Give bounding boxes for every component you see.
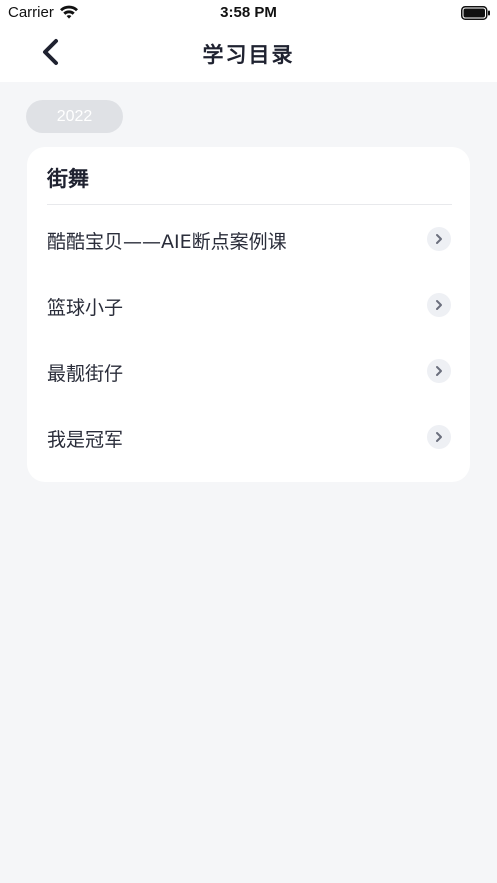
- course-item[interactable]: 篮球小子: [27, 279, 470, 329]
- course-item-label: 我是冠军: [47, 429, 124, 451]
- course-item[interactable]: 最靓街仔: [27, 345, 470, 395]
- year-badge: 2022: [26, 100, 123, 133]
- page-title: 学习目录: [202, 43, 295, 67]
- course-item-label: 酷酷宝贝——AIE断点案例课: [47, 231, 287, 253]
- navigation-bar: 学习目录: [0, 26, 497, 82]
- course-item[interactable]: 我是冠军: [27, 411, 470, 461]
- status-time: 3:58 PM: [220, 4, 277, 21]
- status-bar: Carrier 3:58 PM: [0, 0, 497, 26]
- chevron-right-icon: [427, 425, 451, 449]
- chevron-right-icon: [427, 359, 451, 383]
- course-section-card: 街舞 酷酷宝贝——AIE断点案例课 篮球小子 最靓街仔 我是冠军: [27, 147, 470, 482]
- course-item[interactable]: 酷酷宝贝——AIE断点案例课: [27, 213, 470, 263]
- course-item-label: 最靓街仔: [47, 363, 124, 385]
- chevron-right-icon: [427, 227, 451, 251]
- chevron-right-icon: [427, 293, 451, 317]
- divider: [47, 204, 452, 205]
- battery-icon: [461, 5, 491, 24]
- header: Carrier 3:58 PM 学习目录: [0, 0, 497, 82]
- course-item-label: 篮球小子: [47, 297, 124, 319]
- section-title: 街舞: [47, 167, 89, 191]
